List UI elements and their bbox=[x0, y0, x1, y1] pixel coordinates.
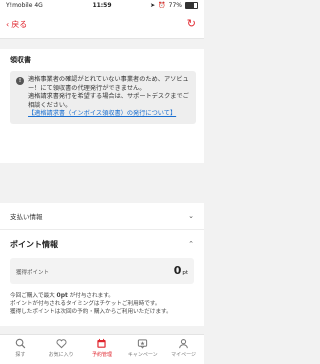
payment-info-row[interactable]: 支払い情報 ⌄ bbox=[0, 203, 204, 230]
tab-campaign[interactable]: キャンペーン bbox=[123, 338, 163, 364]
location-icon: ➤ bbox=[150, 2, 156, 9]
back-label: 戻る bbox=[11, 20, 28, 29]
points-note-line3: 獲得したポイントは次回の予約・購入からご利用いただけます。 bbox=[10, 309, 172, 315]
earned-points-value: 0pt bbox=[174, 264, 188, 277]
tab-label: お気に入り bbox=[48, 352, 74, 358]
status-indicators: ➤ ⏰ 77% bbox=[150, 2, 198, 9]
tab-label: キャンペーン bbox=[127, 352, 158, 358]
battery-icon bbox=[185, 2, 198, 9]
back-button[interactable]: ‹ 戻る bbox=[6, 19, 27, 30]
chevron-up-icon: ⌃ bbox=[188, 240, 194, 248]
person-icon bbox=[179, 339, 188, 349]
points-note-value: 0pt bbox=[56, 292, 68, 299]
chevron-down-icon: ⌄ bbox=[188, 212, 194, 220]
points-section: ポイント情報 ⌃ 獲得ポイント 0pt 今回ご購入で最大 0pt が付与されます… bbox=[0, 230, 204, 326]
battery-percent: 77% bbox=[168, 2, 182, 9]
earned-points-label: 獲得ポイント bbox=[16, 270, 50, 276]
tab-mypage[interactable]: マイページ bbox=[164, 338, 204, 364]
points-note-line2: ポイントが付与されるタイミングはチケットご利用時です。 bbox=[10, 301, 161, 307]
points-note-prefix: 今回ご購入で最大 bbox=[10, 293, 57, 299]
calendar-icon bbox=[97, 338, 107, 348]
chevron-left-icon: ‹ bbox=[6, 20, 10, 29]
info-icon: ! bbox=[16, 77, 24, 85]
receipt-notice: ! 適格事業者の確認がとれていない事業者のため、アソビュー！にて領収書の代理発行… bbox=[10, 71, 196, 124]
payment-info-label: 支払い情報 bbox=[10, 213, 43, 221]
points-note: 今回ご購入で最大 0pt が付与されます。 ポイントが付与されるタイミングはチケ… bbox=[10, 284, 194, 326]
tab-label: マイページ bbox=[171, 352, 197, 358]
tab-label: 予約管理 bbox=[91, 352, 112, 358]
tab-reservations[interactable]: 予約管理 bbox=[82, 338, 122, 364]
invoice-receipt-link[interactable]: 【適格請求書（インボイス領収書）の発行について】 bbox=[28, 110, 191, 119]
tab-search[interactable]: 探す bbox=[0, 338, 40, 364]
points-number: 0 bbox=[173, 264, 182, 277]
tab-favorites[interactable]: お気に入り bbox=[41, 338, 81, 364]
reload-icon[interactable]: ↻ bbox=[187, 18, 196, 29]
points-note-suffix: が付与されます。 bbox=[67, 293, 114, 299]
earned-points-box: 獲得ポイント 0pt bbox=[10, 258, 194, 284]
nav-bar: ‹ 戻る ↻ bbox=[0, 12, 204, 39]
status-bar: Y!mobile 4G 11:59 ➤ ⏰ 77% bbox=[0, 0, 204, 12]
notice-line2: 適格請求書発行を希望する場合は、サポートデスクまでご相談ください。 bbox=[28, 93, 189, 109]
points-note-line1: 今回ご購入で最大 0pt が付与されます。 bbox=[10, 292, 194, 300]
search-icon bbox=[15, 338, 26, 349]
points-header[interactable]: ポイント情報 ⌃ bbox=[10, 230, 194, 258]
points-title: ポイント情報 bbox=[10, 239, 58, 249]
heart-icon bbox=[56, 339, 67, 349]
battery-level bbox=[186, 3, 195, 8]
campaign-icon bbox=[138, 339, 148, 349]
notice-line1: 適格事業者の確認がとれていない事業者のため、アソビュー！にて領収書の代理発行がで… bbox=[28, 76, 189, 92]
receipt-section: 領収書 ! 適格事業者の確認がとれていない事業者のため、アソビュー！にて領収書の… bbox=[0, 49, 204, 163]
tab-bar: 探す お気に入り 予約管理 キャンペーン マイページ bbox=[0, 334, 204, 364]
alarm-icon: ⏰ bbox=[158, 2, 166, 9]
receipt-title: 領収書 bbox=[10, 56, 31, 64]
notice-text: 適格事業者の確認がとれていない事業者のため、アソビュー！にて領収書の代理発行がで… bbox=[28, 76, 191, 119]
tab-label: 探す bbox=[15, 352, 26, 358]
points-unit: pt bbox=[182, 270, 188, 276]
